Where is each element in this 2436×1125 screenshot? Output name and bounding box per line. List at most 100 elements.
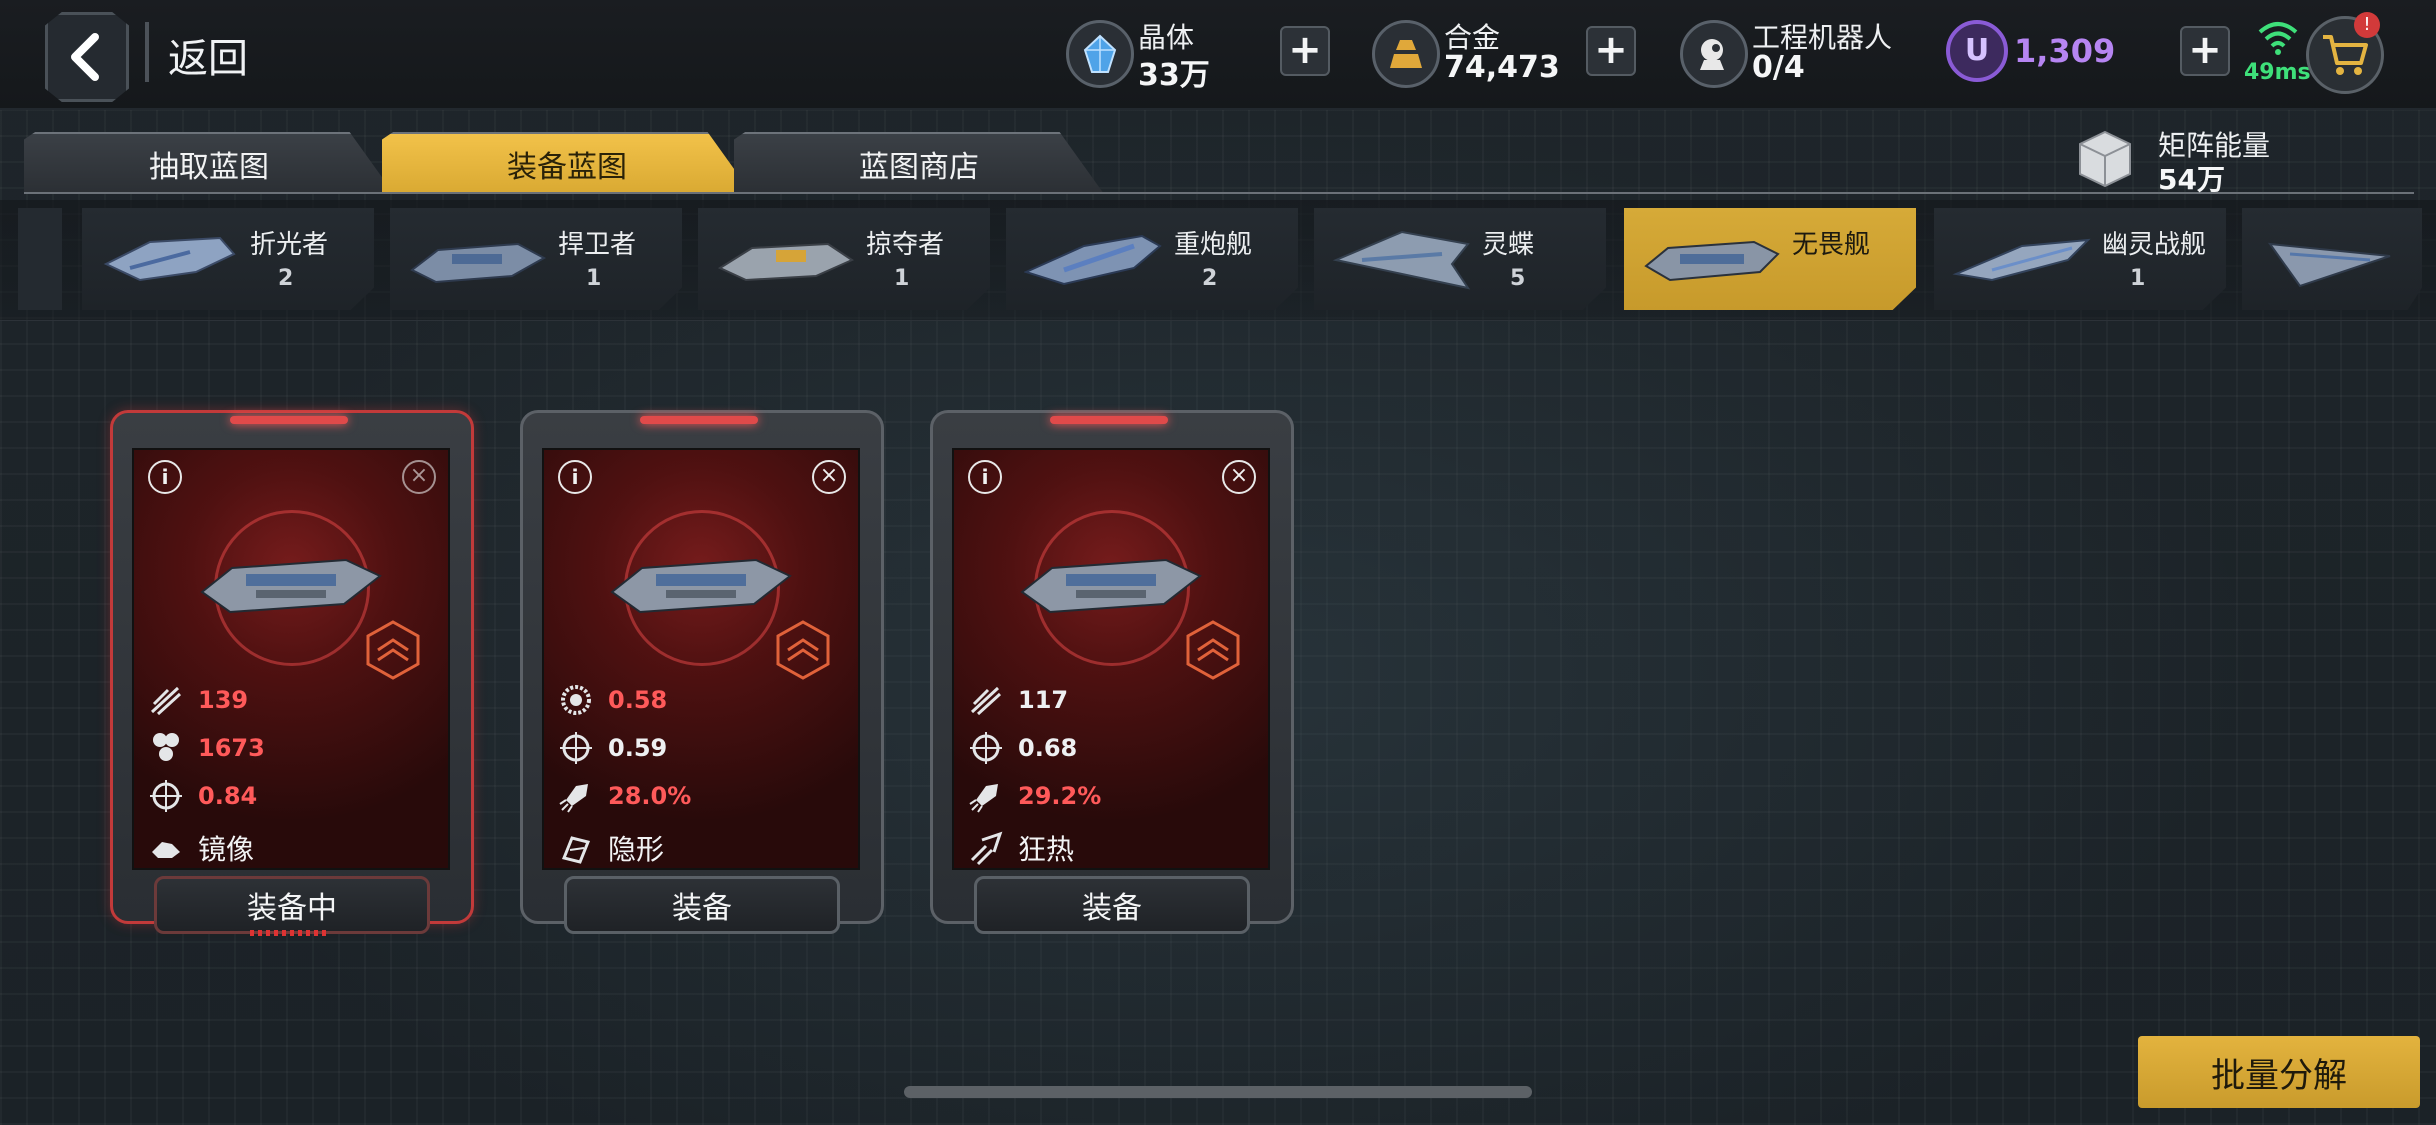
stat-row: 139 (148, 682, 248, 718)
rocket-icon (559, 784, 588, 813)
stat-value: 0.68 (1018, 734, 1078, 762)
tab-underline (24, 192, 2414, 194)
missile-icon (970, 686, 1002, 716)
equip-button[interactable]: 装备 (974, 876, 1250, 934)
ship-type-name: 掠夺者 (866, 230, 945, 260)
ship-icon (1332, 230, 1471, 290)
ship-type-tab[interactable]: 灵蝶 5 (1314, 208, 1606, 310)
bulk-disassemble-button[interactable]: 批量分解 (2138, 1036, 2420, 1108)
stat-row: 0.68 (968, 730, 1077, 766)
ping-label: 49ms (2244, 60, 2311, 85)
stat-value: 1673 (198, 734, 265, 762)
stat-row: 0.58 (558, 682, 667, 718)
skill-name: 隐形 (608, 833, 665, 866)
sun-gear-icon (561, 685, 591, 715)
tab-blueprint-shop[interactable]: 蓝图商店 (734, 132, 1104, 194)
ship-type-count: 2 (278, 266, 294, 291)
info-icon[interactable]: i (558, 460, 592, 494)
ship-icon (103, 236, 236, 282)
ship-icon (410, 242, 547, 284)
add-alloy-button[interactable]: + (1586, 26, 1636, 76)
stat-row: 0.59 (558, 730, 667, 766)
close-icon[interactable]: × (402, 460, 436, 494)
cart-icon (2323, 35, 2368, 75)
stat-row: 1673 (148, 730, 265, 766)
resource-value: 33万 (1138, 58, 1210, 93)
stat-value: 0.58 (608, 686, 668, 714)
ship-type-count: 1 (894, 266, 910, 291)
matrix-cube-icon (2079, 130, 2131, 188)
close-icon[interactable]: × (1222, 460, 1256, 494)
hex-cluster-icon (153, 733, 179, 761)
tab-equip-blueprint[interactable]: 装备蓝图 (382, 132, 752, 194)
blueprint-card[interactable]: i × 117 0.68 29.2% 狂热 装备 (930, 410, 1294, 934)
dreadnought-ship-icon (610, 558, 792, 614)
close-icon[interactable]: × (812, 460, 846, 494)
stat-value: 0.84 (198, 782, 258, 810)
card-body: i × 139 1673 0.84 镜像 (132, 448, 450, 870)
blueprint-card[interactable]: i × 139 1673 0.84 镜像 装备中 (110, 410, 474, 936)
skill-name: 镜像 (198, 833, 255, 866)
ship-type-count: 2 (1202, 266, 1218, 291)
crosshair-icon (150, 780, 182, 812)
stat-value: 117 (1018, 686, 1069, 714)
ship-type-tab[interactable]: 掠夺者 1 (698, 208, 990, 310)
rank-chevron-icon (366, 620, 420, 680)
ship-type-name: 重炮舰 (1174, 230, 1253, 260)
dreadnought-ship-icon (200, 558, 382, 614)
ship-icon (1024, 234, 1162, 286)
ship-type-name: 无畏舰 (1792, 230, 1871, 260)
ship-type-count: 1 (586, 266, 602, 291)
card-body: i × 117 0.68 29.2% 狂热 (952, 448, 1270, 870)
stat-value: 139 (198, 686, 249, 714)
card-indicator (640, 416, 758, 424)
ship-type-tab[interactable]: 折光者 2 (82, 208, 374, 310)
ship-type-tab[interactable]: 幽灵战舰 1 (1934, 208, 2226, 310)
card-indicator (1050, 416, 1168, 424)
dreadnought-ship-icon (1020, 558, 1202, 614)
skill-name: 狂热 (1018, 833, 1075, 866)
alloy-icon (1372, 20, 1440, 88)
card-body: i × 0.58 0.59 28.0% 隐形 (542, 448, 860, 870)
matrix-energy-value: 54万 (2158, 163, 2225, 196)
tab-draw-blueprint[interactable]: 抽取蓝图 (24, 132, 394, 194)
wifi-icon (2258, 22, 2298, 55)
crosshair-icon (560, 732, 592, 764)
skill-row: 狂热 (968, 830, 1074, 866)
ship-type-name: 幽灵战舰 (2102, 230, 2207, 260)
home-indicator[interactable] (904, 1086, 1532, 1098)
resource-value: 74,473 (1444, 50, 1560, 85)
info-icon[interactable]: i (148, 460, 182, 494)
card-indicator (230, 416, 348, 424)
divider (145, 22, 149, 82)
add-crystal-button[interactable]: + (1280, 26, 1330, 76)
stat-value: 28.0% (608, 782, 692, 810)
info-icon[interactable]: i (968, 460, 1002, 494)
robot-icon (1680, 20, 1748, 88)
ship-type-tab-active[interactable]: 无畏舰 (1624, 208, 1916, 310)
top-bar: 返回 晶体 33万 + 合金 74,473 + 工程机器人 0/4 U 1,30… (0, 0, 2436, 110)
mirror-skill-icon (152, 842, 180, 858)
add-currency-button[interactable]: + (2180, 26, 2230, 76)
stealth-skill-icon (561, 836, 591, 864)
strip-edge (18, 208, 62, 310)
ship-type-name: 捍卫者 (558, 230, 637, 260)
ship-type-tab[interactable]: 捍卫者 1 (390, 208, 682, 310)
stat-value: 29.2% (1018, 782, 1102, 810)
skill-row: 隐形 (558, 830, 664, 866)
ship-icon (2267, 242, 2391, 288)
ship-type-count: 5 (1510, 266, 1526, 291)
chevron-left-icon (71, 33, 99, 81)
ship-type-name: 折光者 (250, 230, 329, 260)
equip-button[interactable]: 装备 (564, 876, 840, 934)
equipped-indicator (250, 930, 330, 936)
ship-type-tab[interactable] (2242, 208, 2422, 310)
ship-icon (1644, 240, 1780, 282)
resource-value: 0/4 (1752, 50, 1805, 85)
ship-type-tab[interactable]: 重炮舰 2 (1006, 208, 1298, 310)
currency-value: 1,309 (2014, 32, 2116, 70)
blueprint-card[interactable]: i × 0.58 0.59 28.0% 隐形 装备 (520, 410, 884, 934)
equipped-button[interactable]: 装备中 (154, 876, 430, 934)
back-button[interactable] (45, 12, 129, 102)
rank-chevron-icon (1186, 620, 1240, 680)
